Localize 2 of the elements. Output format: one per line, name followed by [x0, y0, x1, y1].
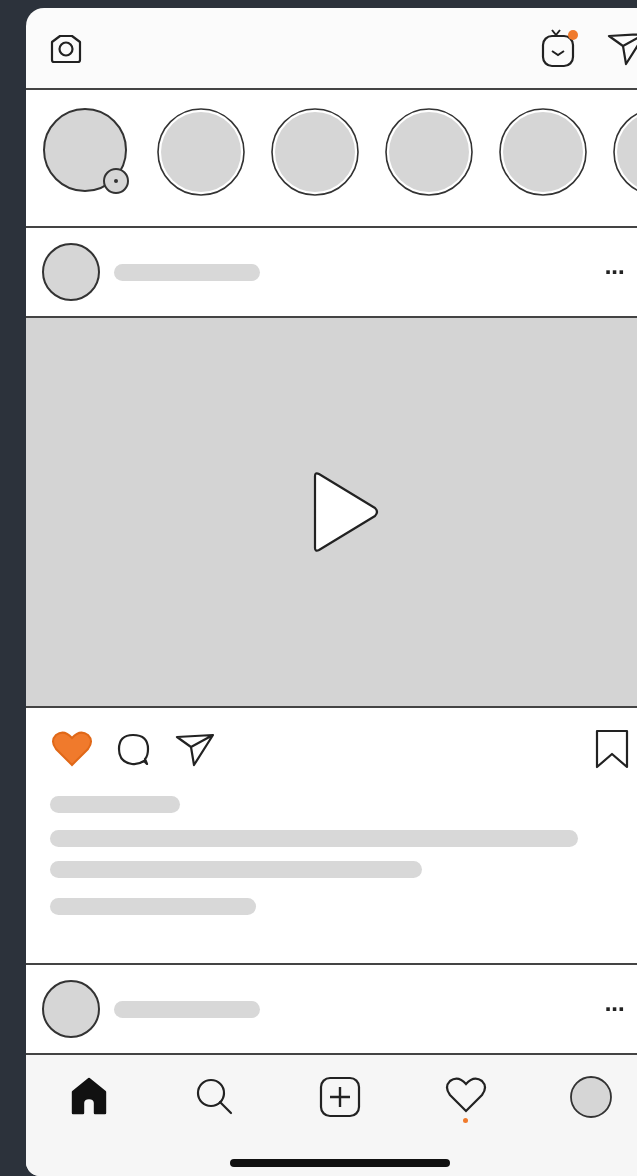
- more-options[interactable]: ···: [604, 997, 624, 1021]
- more-options[interactable]: ···: [604, 260, 624, 284]
